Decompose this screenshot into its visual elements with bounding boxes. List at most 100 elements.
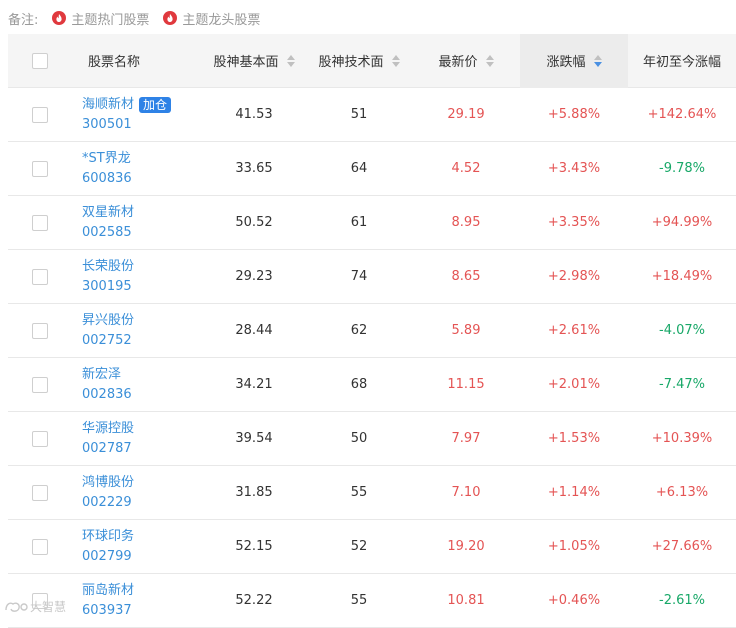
- row-checkbox[interactable]: [32, 214, 48, 231]
- stock-name-link[interactable]: 昇兴股份: [82, 311, 202, 331]
- row-checkbox[interactable]: [32, 106, 48, 123]
- row-checkbox-cell: [8, 322, 72, 339]
- stock-name-link[interactable]: 长荣股份: [82, 257, 202, 277]
- technical-score: 55: [350, 485, 368, 500]
- stock-code-link[interactable]: 300501: [82, 115, 202, 135]
- header-change[interactable]: 涨跌幅: [520, 33, 628, 88]
- stock-code-link[interactable]: 002787: [82, 439, 202, 459]
- table-row[interactable]: 环球印务 002799 52.15 52 19.20 +1.05% +27.66%: [8, 520, 736, 574]
- sort-icon[interactable]: [286, 54, 295, 67]
- table-row[interactable]: 丽岛新材 603937 52.22 55 10.81 +0.46% -2.61%: [8, 574, 736, 628]
- table-row[interactable]: 新宏泽 002836 34.21 68 11.15 +2.01% -7.47%: [8, 358, 736, 412]
- latest-price: 11.15: [447, 377, 485, 392]
- header-fundamental-label: 股神基本面: [213, 55, 279, 70]
- table-row[interactable]: 鸿博股份 002229 31.85 55 7.10 +1.14% +6.13%: [8, 466, 736, 520]
- stock-code-link[interactable]: 002585: [82, 223, 202, 243]
- table-header: 股票名称 股神基本面 股神技术面 最新价 涨跌幅 年初至今涨幅: [8, 33, 736, 88]
- stock-name-link[interactable]: 新宏泽: [82, 365, 202, 385]
- sort-icon[interactable]: [485, 54, 494, 67]
- row-checkbox-cell: [8, 214, 72, 231]
- flame-icon: [163, 11, 178, 25]
- stock-name-cell: 鸿博股份 002229: [72, 473, 202, 513]
- row-checkbox[interactable]: [32, 268, 48, 285]
- stock-name: 环球印务: [82, 528, 135, 544]
- table-row[interactable]: 昇兴股份 002752 28.44 62 5.89 +2.61% -4.07%: [8, 304, 736, 358]
- stock-code-link[interactable]: 603937: [82, 601, 202, 621]
- ytd-change: +18.49%: [651, 269, 713, 284]
- row-checkbox[interactable]: [32, 376, 48, 393]
- stock-name: 鸿博股份: [82, 474, 135, 490]
- header-checkbox-cell: [8, 52, 72, 69]
- price-change: +1.14%: [547, 485, 601, 500]
- stock-code-link[interactable]: 002799: [82, 547, 202, 567]
- latest-price: 4.52: [451, 161, 481, 176]
- price-change: +2.61%: [547, 323, 601, 338]
- header-price[interactable]: 最新价: [412, 51, 520, 70]
- latest-price: 8.95: [451, 215, 481, 230]
- sort-desc-icon[interactable]: [593, 54, 602, 67]
- fundamental-score: 39.54: [235, 431, 273, 446]
- row-checkbox[interactable]: [32, 430, 48, 447]
- fundamental-score: 33.65: [235, 161, 273, 176]
- legend-text-leader: 主题龙头股票: [182, 12, 261, 28]
- stock-code-link[interactable]: 002836: [82, 385, 202, 405]
- price-change: +1.53%: [547, 431, 601, 446]
- watermark-text: 大智慧: [30, 600, 67, 614]
- price-change: +5.88%: [547, 107, 601, 122]
- legend-text-hot: 主题热门股票: [71, 12, 150, 28]
- latest-price: 29.19: [447, 107, 485, 122]
- table-row[interactable]: 双星新材 002585 50.52 61 8.95 +3.35% +94.99%: [8, 196, 736, 250]
- technical-score: 62: [350, 323, 368, 338]
- stock-name-cell: *ST界龙 600836: [72, 149, 202, 189]
- sort-icon[interactable]: [391, 54, 400, 67]
- technical-score: 61: [350, 215, 368, 230]
- stock-code-link[interactable]: 002229: [82, 493, 202, 513]
- latest-price: 19.20: [447, 539, 485, 554]
- row-checkbox[interactable]: [32, 160, 48, 177]
- row-checkbox[interactable]: [32, 538, 48, 555]
- stock-name-link[interactable]: *ST界龙: [82, 149, 202, 169]
- row-checkbox-cell: [8, 268, 72, 285]
- row-checkbox[interactable]: [32, 484, 48, 501]
- stock-code-link[interactable]: 600836: [82, 169, 202, 189]
- stock-code-link[interactable]: 002752: [82, 331, 202, 351]
- ytd-change: +6.13%: [655, 485, 709, 500]
- latest-price: 5.89: [451, 323, 481, 338]
- header-technical[interactable]: 股神技术面: [306, 51, 412, 70]
- stock-name-link[interactable]: 环球印务: [82, 527, 202, 547]
- stock-name-link[interactable]: 鸿博股份: [82, 473, 202, 493]
- stock-name: 华源控股: [82, 420, 135, 436]
- watermark-logo-icon: [5, 602, 28, 612]
- add-position-badge: 加仓: [139, 96, 172, 113]
- row-checkbox-cell: [8, 376, 72, 393]
- ytd-change: +142.64%: [647, 107, 717, 122]
- row-checkbox[interactable]: [32, 322, 48, 339]
- stock-name-link[interactable]: 丽岛新材: [82, 581, 202, 601]
- stock-name-link[interactable]: 海顺新材 加仓: [82, 95, 202, 115]
- header-technical-label: 股神技术面: [318, 55, 384, 70]
- ytd-change: +10.39%: [651, 431, 713, 446]
- watermark: 大智慧: [4, 598, 66, 615]
- row-checkbox-cell: [8, 160, 72, 177]
- row-checkbox-cell: [8, 430, 72, 447]
- row-checkbox-cell: [8, 538, 72, 555]
- table-row[interactable]: 长荣股份 300195 29.23 74 8.65 +2.98% +18.49%: [8, 250, 736, 304]
- stock-code-link[interactable]: 300195: [82, 277, 202, 297]
- flame-icon: [52, 11, 67, 25]
- stock-name-cell: 新宏泽 002836: [72, 365, 202, 405]
- stock-name: 丽岛新材: [82, 582, 135, 598]
- stock-name-link[interactable]: 双星新材: [82, 203, 202, 223]
- stock-name-link[interactable]: 华源控股: [82, 419, 202, 439]
- fundamental-score: 50.52: [235, 215, 273, 230]
- table-row[interactable]: 华源控股 002787 39.54 50 7.97 +1.53% +10.39%: [8, 412, 736, 466]
- latest-price: 10.81: [447, 593, 485, 608]
- table-row[interactable]: 海顺新材 加仓 300501 41.53 51 29.19 +5.88% +142.64%: [8, 88, 736, 142]
- select-all-checkbox[interactable]: [32, 52, 48, 69]
- stock-name: 长荣股份: [82, 258, 135, 274]
- row-checkbox-cell: [8, 484, 72, 501]
- table-row[interactable]: *ST界龙 600836 33.65 64 4.52 +3.43% -9.78%: [8, 142, 736, 196]
- stock-name-cell: 昇兴股份 002752: [72, 311, 202, 351]
- header-name: 股票名称: [88, 55, 141, 70]
- header-fundamental[interactable]: 股神基本面: [202, 51, 306, 70]
- stock-name-cell: 海顺新材 加仓 300501: [72, 95, 202, 135]
